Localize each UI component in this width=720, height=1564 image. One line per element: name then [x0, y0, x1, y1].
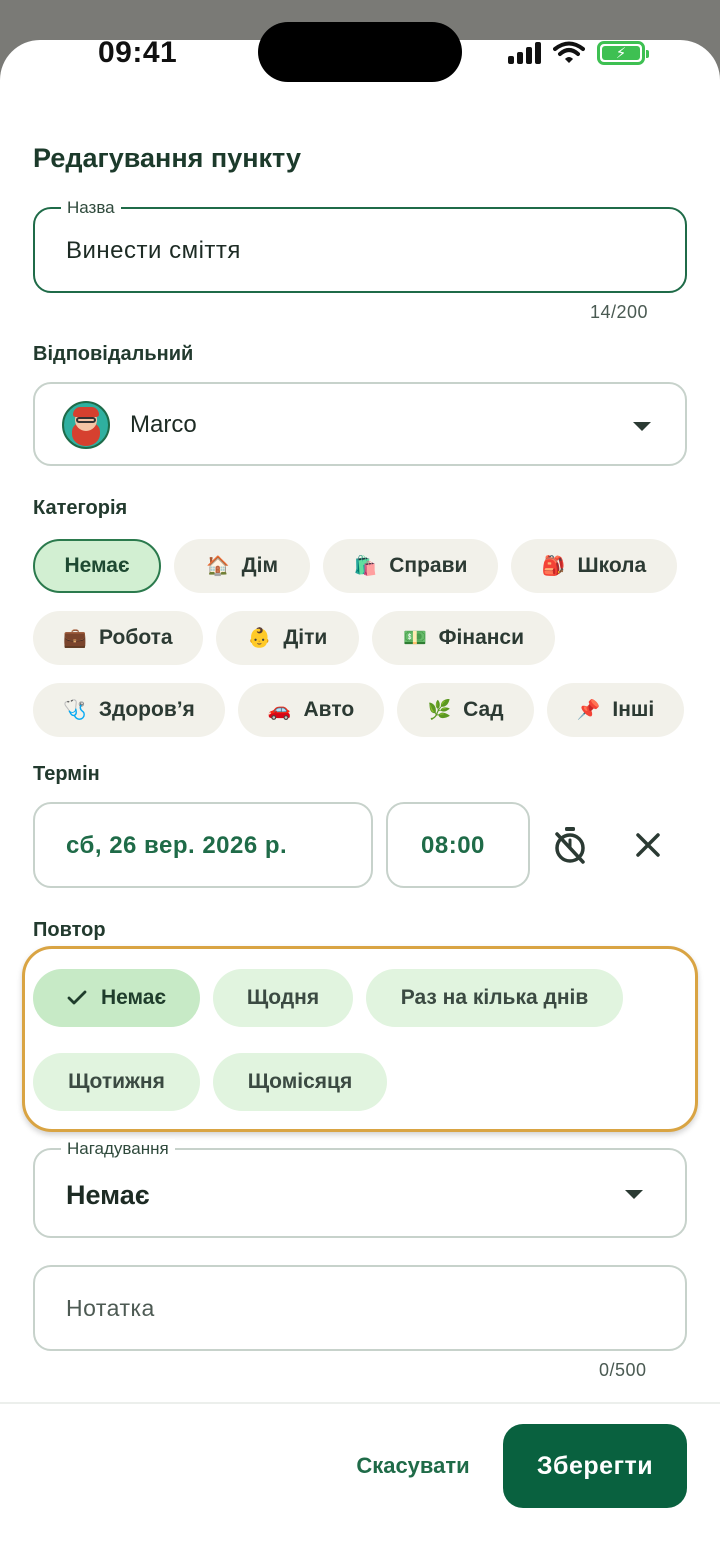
category-chip-label: Інші	[612, 698, 655, 721]
wifi-icon	[553, 41, 585, 63]
name-field-label: Назва	[61, 198, 121, 218]
timer-off-button[interactable]	[546, 821, 594, 869]
note-input[interactable]: Нотатка	[33, 1265, 687, 1351]
money-icon: 💵	[402, 628, 427, 649]
repeat-option-monthly[interactable]: Щомісяця	[213, 1053, 387, 1111]
name-input[interactable]: Назва Винести сміття	[33, 198, 687, 293]
name-input-value: Винести сміття	[66, 237, 241, 264]
category-chip-health[interactable]: 🩺 Здоров’я	[33, 683, 225, 737]
category-chip-label: Робота	[99, 626, 173, 649]
backpack-icon: 🎒	[541, 556, 566, 577]
briefcase-icon: 💼	[63, 628, 88, 649]
footer-divider	[0, 1402, 720, 1404]
category-chip-label: Діти	[283, 626, 328, 649]
category-chip-other[interactable]: 📌 Інші	[547, 683, 684, 737]
category-chip-label: Школа	[577, 554, 647, 577]
repeat-option-label: Щотижня	[68, 1070, 165, 1093]
timer-off-icon	[555, 827, 585, 864]
category-chip-car[interactable]: 🚗 Авто	[238, 683, 384, 737]
clear-due-button[interactable]	[624, 821, 672, 869]
category-chip-label: Дім	[241, 554, 278, 577]
dynamic-island	[258, 22, 462, 82]
status-time: 09:41	[98, 36, 178, 69]
note-char-counter: 0/500	[599, 1360, 647, 1380]
category-chip-label: Авто	[303, 698, 355, 721]
due-date-value: сб, 26 вер. 2026 р.	[66, 832, 288, 859]
repeat-option-daily[interactable]: Щодня	[213, 969, 353, 1027]
category-label: Категорія	[33, 497, 128, 519]
category-chip-kids[interactable]: 👶 Діти	[216, 611, 359, 665]
category-chip-garden[interactable]: 🌿 Сад	[397, 683, 534, 737]
category-chip-work[interactable]: 💼 Робота	[33, 611, 203, 665]
repeat-option-label: Немає	[100, 986, 167, 1009]
repeat-option-none[interactable]: Немає	[33, 969, 200, 1027]
category-chip-label: Здоров’я	[98, 698, 195, 721]
pushpin-icon: 📌	[576, 700, 601, 721]
assignee-label: Відповідальний	[33, 343, 194, 365]
chevron-down-icon	[625, 1190, 643, 1199]
avatar	[62, 401, 110, 449]
category-chip-home[interactable]: 🏠 Дім	[174, 539, 310, 593]
reminder-value: Немає	[66, 1180, 150, 1210]
repeat-option-label: Щодня	[246, 986, 320, 1009]
repeat-option-label: Раз на кілька днів	[400, 986, 589, 1009]
repeat-option-every-few-days[interactable]: Раз на кілька днів	[366, 969, 623, 1027]
battery-charging-icon: ⚡	[597, 41, 649, 65]
repeat-option-label: Щомісяця	[247, 1070, 353, 1093]
due-time-picker[interactable]: 08:00	[386, 802, 530, 888]
category-chip-label: Сад	[463, 698, 504, 721]
herb-icon: 🌿	[427, 700, 452, 721]
shopping-bag-icon: 🛍️	[353, 556, 378, 577]
chevron-down-icon	[633, 422, 651, 431]
due-label: Термін	[33, 763, 100, 785]
cancel-button[interactable]: Скасувати	[340, 1440, 486, 1492]
due-time-value: 08:00	[421, 832, 485, 859]
stethoscope-icon: 🩺	[63, 700, 87, 721]
note-placeholder: Нотатка	[66, 1295, 155, 1321]
baby-icon: 👶	[247, 628, 272, 649]
assignee-value: Marco	[130, 411, 197, 438]
repeat-label: Повтор	[33, 919, 106, 941]
car-icon: 🚗	[267, 700, 292, 721]
category-chip-label: Справи	[389, 554, 468, 577]
category-chip-errands[interactable]: 🛍️ Справи	[323, 539, 498, 593]
save-button[interactable]: Зберегти	[503, 1424, 687, 1508]
page-title: Редагування пункту	[33, 143, 301, 173]
category-chip-label: Немає	[64, 554, 130, 577]
reminder-select[interactable]: Нагадування Немає	[33, 1139, 687, 1238]
category-chip-label: Фінанси	[438, 626, 525, 649]
category-chip-school[interactable]: 🎒 Школа	[511, 539, 677, 593]
assignee-select[interactable]: Marco	[33, 382, 687, 466]
repeat-option-weekly[interactable]: Щотижня	[33, 1053, 200, 1111]
close-icon	[636, 833, 660, 857]
category-chip-none[interactable]: Немає	[33, 539, 161, 593]
house-icon: 🏠	[205, 556, 230, 577]
check-icon	[67, 990, 87, 1005]
reminder-field-label: Нагадування	[61, 1139, 175, 1159]
due-date-picker[interactable]: сб, 26 вер. 2026 р.	[33, 802, 373, 888]
category-chip-finance[interactable]: 💵 Фінанси	[372, 611, 555, 665]
status-icons: ⚡	[508, 38, 649, 68]
name-char-counter: 14/200	[590, 302, 649, 322]
cellular-signal-icon	[508, 42, 541, 64]
